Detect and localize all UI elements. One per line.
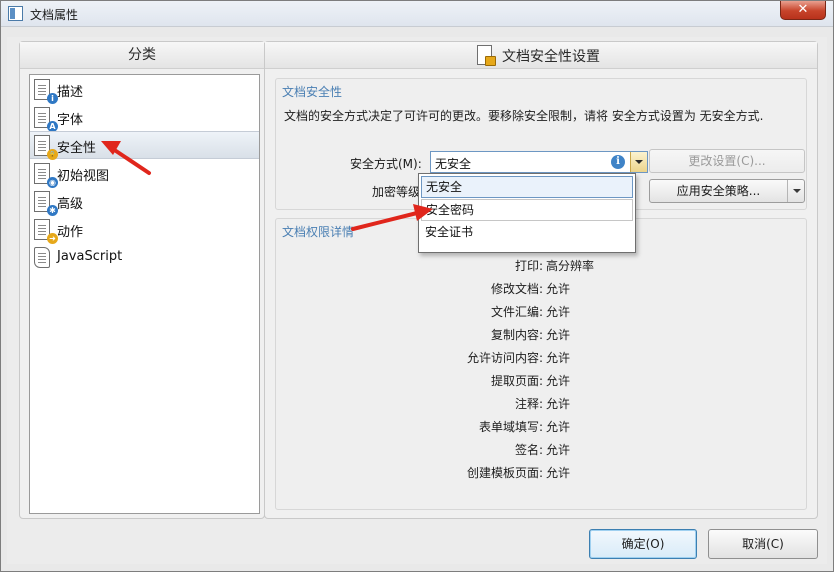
settings-header: 文档安全性设置 bbox=[265, 42, 817, 69]
permission-label: 复制内容: bbox=[490, 328, 543, 342]
permission-value: 允许 bbox=[546, 443, 571, 457]
dialog-body: 分类 i 描述 A 字体 🔒 安全性 ◉ 初始视图 ✱ 高级 ➜ 动作 Java… bbox=[7, 37, 827, 564]
permission-value: 允许 bbox=[546, 397, 571, 411]
permission-details-group: 文档权限详情 打印: 高分辨率 修改文档: 允许 文件汇编: 允许 复制内容: … bbox=[275, 218, 807, 510]
permission-label: 注释: bbox=[514, 397, 543, 411]
permission-group-title: 文档权限详情 bbox=[282, 225, 355, 239]
category-label: JavaScript bbox=[57, 249, 123, 264]
doc-view-icon: ◉ bbox=[34, 163, 58, 188]
permission-value: 允许 bbox=[546, 328, 571, 342]
permission-label: 创建模板页面: bbox=[466, 466, 543, 480]
doc-gear-icon: ✱ bbox=[34, 191, 58, 216]
category-panel: 分类 i 描述 A 字体 🔒 安全性 ◉ 初始视图 ✱ 高级 ➜ 动作 Java… bbox=[19, 41, 265, 519]
category-label: 描述 bbox=[57, 85, 84, 100]
security-method-label: 安全方式(M): bbox=[350, 157, 422, 171]
category-label: 安全性 bbox=[57, 141, 97, 156]
category-item-actions[interactable]: ➜ 动作 bbox=[30, 216, 259, 244]
permission-label: 提取页面: bbox=[490, 374, 543, 388]
dropdown-option-no-security[interactable]: 无安全 bbox=[421, 176, 633, 198]
category-list[interactable]: i 描述 A 字体 🔒 安全性 ◉ 初始视图 ✱ 高级 ➜ 动作 JavaScr… bbox=[29, 74, 260, 514]
permission-row: 打印: 高分辨率 bbox=[276, 255, 806, 275]
category-label: 初始视图 bbox=[57, 169, 110, 184]
permission-row: 允许访问内容: 允许 bbox=[276, 347, 806, 367]
permission-row: 修改文档: 允许 bbox=[276, 278, 806, 298]
permission-row: 签名: 允许 bbox=[276, 439, 806, 459]
category-item-initial-view[interactable]: ◉ 初始视图 bbox=[30, 160, 259, 188]
category-label: 高级 bbox=[57, 197, 84, 212]
doc-font-icon: A bbox=[34, 107, 58, 132]
doc-lock-icon bbox=[477, 45, 496, 66]
category-item-security[interactable]: 🔒 安全性 bbox=[30, 131, 259, 160]
doc-action-icon: ➜ bbox=[34, 219, 58, 244]
permission-value: 允许 bbox=[546, 420, 571, 434]
document-properties-window: 文档属性 ✕ 分类 i 描述 A 字体 🔒 安全性 ◉ 初始视图 ✱ 高级 ➜ … bbox=[0, 0, 834, 572]
ok-button[interactable]: 确定(O) bbox=[589, 529, 697, 559]
permission-value: 允许 bbox=[546, 282, 571, 296]
security-settings-panel: 文档安全性设置 文档安全性 文档的安全方式决定了可许可的更改。要移除安全限制，请… bbox=[264, 41, 818, 519]
change-settings-button[interactable]: 更改设置(C)... bbox=[649, 149, 805, 173]
doc-lock-icon: 🔒 bbox=[34, 135, 58, 160]
doc-info-icon: i bbox=[34, 79, 58, 104]
security-method-dropdown[interactable]: 无安全 安全密码 安全证书 bbox=[418, 173, 636, 253]
permission-row: 提取页面: 允许 bbox=[276, 370, 806, 390]
permission-value: 允许 bbox=[546, 351, 571, 365]
permission-label: 签名: bbox=[514, 443, 543, 457]
permission-row: 表单域填写: 允许 bbox=[276, 416, 806, 436]
category-item-description[interactable]: i 描述 bbox=[30, 76, 259, 104]
permission-label: 允许访问内容: bbox=[466, 351, 543, 365]
category-item-javascript[interactable]: JavaScript bbox=[30, 244, 259, 272]
permission-label: 文件汇编: bbox=[490, 305, 543, 319]
permission-row: 注释: 允许 bbox=[276, 393, 806, 413]
permission-value: 允许 bbox=[546, 466, 571, 480]
permission-value: 高分辨率 bbox=[546, 259, 595, 273]
title-bar[interactable]: 文档属性 ✕ bbox=[1, 1, 833, 27]
security-method-select[interactable]: 无安全 i bbox=[430, 151, 648, 173]
window-app-icon bbox=[8, 6, 23, 21]
permission-value: 允许 bbox=[546, 374, 571, 388]
cancel-button[interactable]: 取消(C) bbox=[708, 529, 818, 559]
permission-value: 允许 bbox=[546, 305, 571, 319]
encryption-level-label: 加密等级: bbox=[372, 185, 425, 199]
security-group-title: 文档安全性 bbox=[282, 85, 343, 99]
close-button[interactable]: ✕ bbox=[780, 1, 826, 20]
dropdown-option-certificate-security[interactable]: 安全证书 bbox=[421, 222, 633, 244]
permission-row: 文件汇编: 允许 bbox=[276, 301, 806, 321]
category-item-advanced[interactable]: ✱ 高级 bbox=[30, 188, 259, 216]
settings-header-title: 文档安全性设置 bbox=[502, 49, 600, 65]
apply-policy-label: 应用安全策略... bbox=[676, 184, 761, 198]
category-label: 字体 bbox=[57, 113, 84, 128]
chevron-down-icon[interactable] bbox=[787, 180, 804, 202]
permission-label: 打印: bbox=[514, 259, 543, 273]
permission-row: 创建模板页面: 允许 bbox=[276, 462, 806, 482]
permission-label: 修改文档: bbox=[490, 282, 543, 296]
security-method-value: 无安全 bbox=[435, 157, 472, 171]
security-description: 文档的安全方式决定了可许可的更改。要移除安全限制，请将 安全方式设置为 无安全方… bbox=[284, 109, 764, 123]
window-title: 文档属性 bbox=[30, 8, 79, 22]
category-item-fonts[interactable]: A 字体 bbox=[30, 104, 259, 132]
permission-label: 表单域填写: bbox=[478, 420, 543, 434]
permission-row: 复制内容: 允许 bbox=[276, 324, 806, 344]
script-scroll-icon bbox=[34, 247, 50, 268]
category-header: 分类 bbox=[20, 42, 264, 69]
chevron-down-icon[interactable] bbox=[630, 152, 647, 172]
category-label: 动作 bbox=[57, 225, 84, 240]
info-icon[interactable]: i bbox=[611, 155, 625, 169]
apply-security-policy-button[interactable]: 应用安全策略... bbox=[649, 179, 805, 203]
dropdown-option-password-security[interactable]: 安全密码 bbox=[421, 199, 633, 221]
